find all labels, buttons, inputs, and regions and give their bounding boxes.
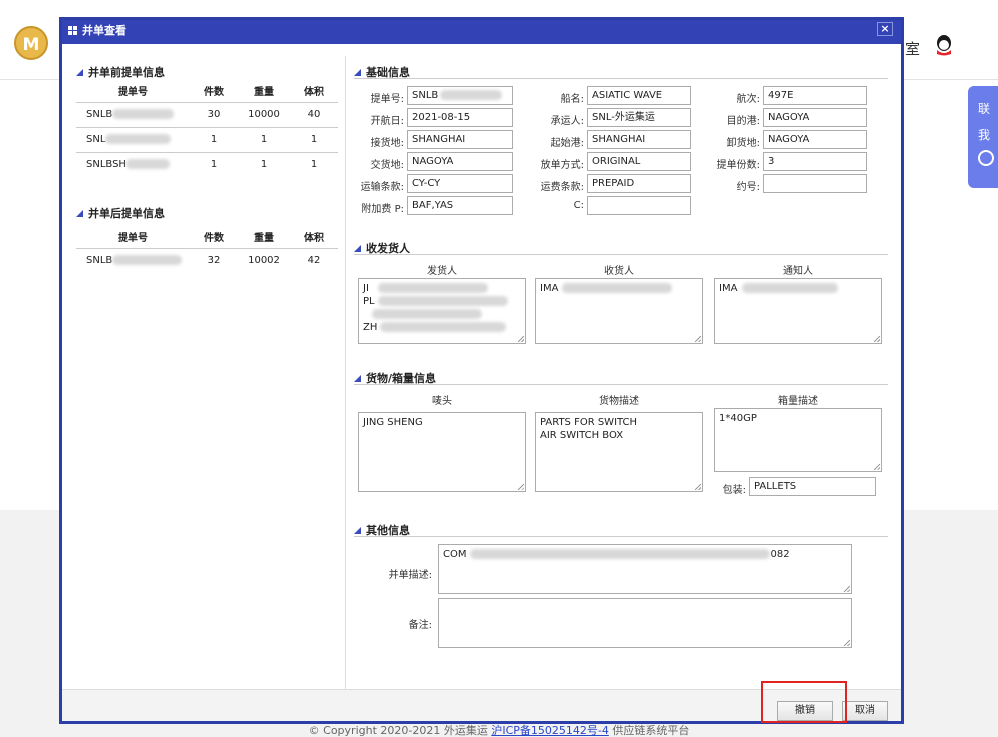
pod-field[interactable]: NAGOYA	[763, 130, 867, 149]
close-icon[interactable]: ×	[877, 22, 893, 36]
sail-date-field[interactable]: 2021-08-15	[407, 108, 513, 127]
side-line-1: 联	[978, 102, 991, 116]
surcharge-field[interactable]: BAF,YAS	[407, 196, 513, 215]
cancel-button[interactable]: 取消	[842, 701, 888, 721]
chat-icon[interactable]	[978, 150, 994, 166]
table-row[interactable]: SNLB 30 10000 40	[76, 101, 338, 127]
grid-icon	[68, 26, 77, 35]
header-room-text: 室	[905, 40, 921, 58]
bl-no-field[interactable]: SNLB	[407, 86, 513, 105]
col-volume: 体积	[304, 87, 324, 99]
marks-textarea[interactable]: JING SHENG	[358, 412, 526, 492]
footer-icp-link[interactable]: 沪ICP备15025142号-4	[491, 724, 609, 737]
pol-field[interactable]: SHANGHAI	[587, 130, 691, 149]
table-row[interactable]: SNLB 32 10002 42	[76, 247, 338, 273]
col-qty: 件数	[204, 87, 224, 99]
before-merge-title: 并单前提单信息	[76, 64, 165, 80]
dialog-title: 并单查看	[82, 24, 126, 37]
remark-textarea[interactable]	[438, 598, 852, 648]
container-desc-textarea[interactable]: 1*40GP	[714, 408, 882, 472]
footer-suffix: 供应链系统平台	[612, 724, 690, 737]
side-line-2: 我	[978, 128, 991, 142]
voyage-field[interactable]: 497E	[763, 86, 867, 105]
contact-side-panel[interactable]: 联 我	[968, 86, 998, 188]
carrier-field[interactable]: SNL-外运集运	[587, 108, 691, 127]
user-avatar-icon[interactable]	[934, 34, 954, 56]
table-row[interactable]: SNL 111	[76, 126, 338, 152]
col-weight: 重量	[254, 87, 274, 99]
col-bl: 提单号	[118, 87, 148, 99]
cargo-desc-textarea[interactable]: PARTS FOR SWITCH AIR SWITCH BOX	[535, 412, 703, 492]
dest-port-field[interactable]: NAGOYA	[763, 108, 867, 127]
merge-view-dialog: 并单查看 × 并单前提单信息 提单号 件数 重量 体积 SNLB 30 10000…	[59, 17, 904, 724]
highlight-box	[761, 681, 847, 723]
footer-copyright: © Copyright 2020-2021 外运集运	[308, 724, 488, 737]
merge-desc-textarea[interactable]: COM 082	[438, 544, 852, 594]
after-merge-title: 并单后提单信息	[76, 205, 165, 221]
transport-field[interactable]: CY-CY	[407, 174, 513, 193]
release-field[interactable]: ORIGINAL	[587, 152, 691, 171]
vessel-field[interactable]: ASIATIC WAVE	[587, 86, 691, 105]
c-field[interactable]	[587, 196, 691, 215]
after-merge-table: 提单号 件数 重量 体积 SNLB 32 10002 42	[76, 226, 338, 273]
company-logo: M	[14, 26, 48, 60]
freight-field[interactable]: PREPAID	[587, 174, 691, 193]
column-divider	[345, 56, 346, 696]
contract-field[interactable]	[763, 174, 867, 193]
package-field[interactable]: PALLETS	[749, 477, 876, 496]
receipt-field[interactable]: SHANGHAI	[407, 130, 513, 149]
delivery-field[interactable]: NAGOYA	[407, 152, 513, 171]
copies-field[interactable]: 3	[763, 152, 867, 171]
dialog-header: 并单查看 ×	[62, 20, 901, 44]
table-row[interactable]: SNLBSH 111	[76, 151, 338, 177]
before-merge-table: 提单号 件数 重量 体积 SNLB 30 10000 40 SNL 111 SNLB…	[76, 80, 338, 177]
